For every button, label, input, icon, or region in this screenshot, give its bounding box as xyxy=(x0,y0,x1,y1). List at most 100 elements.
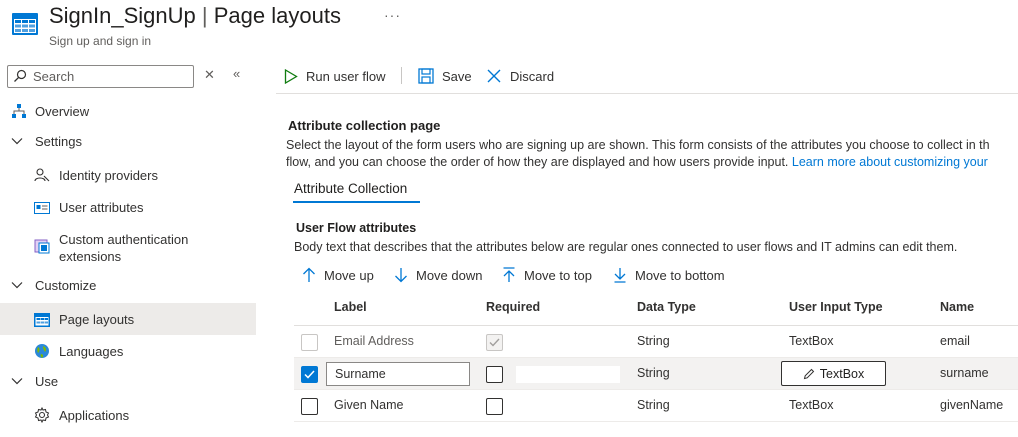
resource-name: SignIn_SignUp xyxy=(49,3,196,28)
cell-name: givenName xyxy=(940,398,1004,412)
collapse-sidebar-button[interactable]: « xyxy=(233,66,240,81)
learn-more-link[interactable]: Learn more about customizing your xyxy=(792,155,988,169)
required-field-blank xyxy=(516,366,620,383)
page-layouts-icon xyxy=(34,313,50,327)
table-row[interactable]: Email Address String TextBox email xyxy=(294,326,1018,358)
column-header-label: Label xyxy=(334,300,367,314)
sidebar-item-identity-providers[interactable]: Identity providers xyxy=(0,160,256,192)
column-header-name: Name xyxy=(940,300,975,314)
user-input-type-label: TextBox xyxy=(819,366,865,381)
sidebar-group-settings[interactable]: Settings xyxy=(0,126,256,158)
discard-label: Discard xyxy=(510,68,555,84)
move-to-bottom-button[interactable]: Move to bottom xyxy=(613,265,725,285)
sidebar-item-label-line2: extensions xyxy=(59,249,122,264)
sidebar-item-label: Applications xyxy=(59,408,130,423)
sidebar-item-label: Overview xyxy=(35,104,90,119)
command-bar: Run user flow Save Discard xyxy=(276,56,1018,94)
run-user-flow-label: Run user flow xyxy=(306,68,386,84)
sidebar-group-customize[interactable]: Customize xyxy=(0,270,256,302)
required-checkbox[interactable] xyxy=(486,366,503,383)
sidebar-group-label: Use xyxy=(35,374,59,389)
cell-input-type: TextBox xyxy=(789,334,834,348)
label-input[interactable]: Surname xyxy=(326,362,470,386)
description-text: flow, and you can choose the order of ho… xyxy=(286,155,789,169)
cell-name: surname xyxy=(940,366,989,380)
cell-data-type: String xyxy=(637,398,670,412)
move-to-bottom-label: Move to bottom xyxy=(635,267,725,283)
column-header-data-type: Data Type xyxy=(637,300,696,314)
save-icon xyxy=(418,68,434,84)
column-header-user-input-type: User Input Type xyxy=(789,300,883,314)
sidebar-item-custom-authentication-extensions[interactable]: Custom authentication extensions xyxy=(0,224,256,264)
sidebar-group-label: Customize xyxy=(35,278,97,293)
title-separator: | xyxy=(201,3,208,28)
sidebar-item-user-attributes[interactable]: User attributes xyxy=(0,192,256,224)
table-row[interactable]: Surname String TextBox surname xyxy=(294,358,1018,390)
row-select-checkbox[interactable] xyxy=(301,398,318,415)
cell-name: email xyxy=(940,334,970,348)
sidebar-item-overview[interactable]: Overview xyxy=(0,96,256,128)
move-to-top-label: Move to top xyxy=(524,267,592,283)
arrow-to-bottom-icon xyxy=(614,268,626,283)
move-up-button[interactable]: Move up xyxy=(302,265,374,285)
description-line-2: flow, and you can choose the order of ho… xyxy=(286,154,1018,171)
sidebar-item-languages[interactable]: Languages xyxy=(0,336,256,368)
pencil-icon xyxy=(803,368,814,379)
search-icon xyxy=(14,69,27,82)
description-line-1: Select the layout of the form users who … xyxy=(286,138,990,152)
gear-icon xyxy=(34,407,50,423)
search-input[interactable]: Search xyxy=(7,65,194,88)
cell-data-type: String xyxy=(637,334,670,348)
tab-attribute-collection[interactable]: Attribute Collection xyxy=(294,181,407,196)
move-up-label: Move up xyxy=(324,267,374,283)
save-button[interactable]: Save xyxy=(418,66,472,86)
more-options-button[interactable]: ··· xyxy=(384,7,401,23)
globe-icon xyxy=(35,344,49,358)
tab-active-indicator xyxy=(293,201,420,203)
user-input-type-button[interactable]: TextBox xyxy=(781,361,886,386)
sidebar: Search ✕ « Overview Settings Identity pr… xyxy=(0,56,256,437)
move-to-top-button[interactable]: Move to top xyxy=(502,265,592,285)
discard-button[interactable]: Discard xyxy=(486,66,554,86)
page-title: SignIn_SignUp | Page layouts xyxy=(49,3,341,29)
main-content: Run user flow Save Discard Attribute col… xyxy=(276,56,1018,437)
section-description: Select the layout of the form users who … xyxy=(286,137,1018,171)
play-icon xyxy=(284,68,298,84)
close-icon xyxy=(487,69,501,83)
chevron-down-icon xyxy=(11,138,23,145)
cell-data-type: String xyxy=(637,366,670,380)
row-select-checkbox[interactable] xyxy=(301,366,318,383)
clear-search-button[interactable]: ✕ xyxy=(204,67,215,83)
run-user-flow-button[interactable]: Run user flow xyxy=(284,66,385,86)
table-row[interactable]: Given Name String TextBox givenName xyxy=(294,390,1018,422)
cell-label: Given Name xyxy=(334,398,404,412)
sidebar-item-page-layouts[interactable]: Page layouts xyxy=(0,303,256,335)
blade-name: Page layouts xyxy=(213,3,341,28)
column-header-required: Required xyxy=(486,300,541,314)
arrow-down-icon xyxy=(395,268,407,283)
sidebar-item-label: Page layouts xyxy=(59,312,135,327)
user-attributes-icon xyxy=(34,202,50,214)
cell-label: Email Address xyxy=(334,334,414,348)
checkmark-icon xyxy=(489,338,500,347)
checkmark-icon xyxy=(304,370,315,379)
user-flow-attributes-title: User Flow attributes xyxy=(296,221,417,235)
sidebar-item-label: User attributes xyxy=(59,200,144,215)
page-subtitle: Sign up and sign in xyxy=(49,34,152,48)
sidebar-item-label: Custom authentication xyxy=(59,232,189,247)
row-select-checkbox xyxy=(301,334,318,351)
arrow-to-top-icon xyxy=(503,267,515,282)
cell-input-type: TextBox xyxy=(789,398,834,412)
move-down-button[interactable]: Move down xyxy=(394,265,482,285)
search-placeholder: Search xyxy=(33,69,75,84)
required-checkbox[interactable] xyxy=(486,398,503,415)
sidebar-item-label: Languages xyxy=(59,344,124,359)
sidebar-item-applications[interactable]: Applications xyxy=(0,400,256,432)
sidebar-group-label: Settings xyxy=(35,134,82,149)
sidebar-group-use[interactable]: Use xyxy=(0,366,256,398)
sidebar-item-label: Identity providers xyxy=(59,168,158,183)
page-header: SignIn_SignUp | Page layouts ··· Sign up… xyxy=(0,0,1018,56)
arrow-up-icon xyxy=(303,267,315,282)
user-flow-attributes-description: Body text that describes that the attrib… xyxy=(294,240,958,254)
chevron-down-icon xyxy=(11,282,23,289)
